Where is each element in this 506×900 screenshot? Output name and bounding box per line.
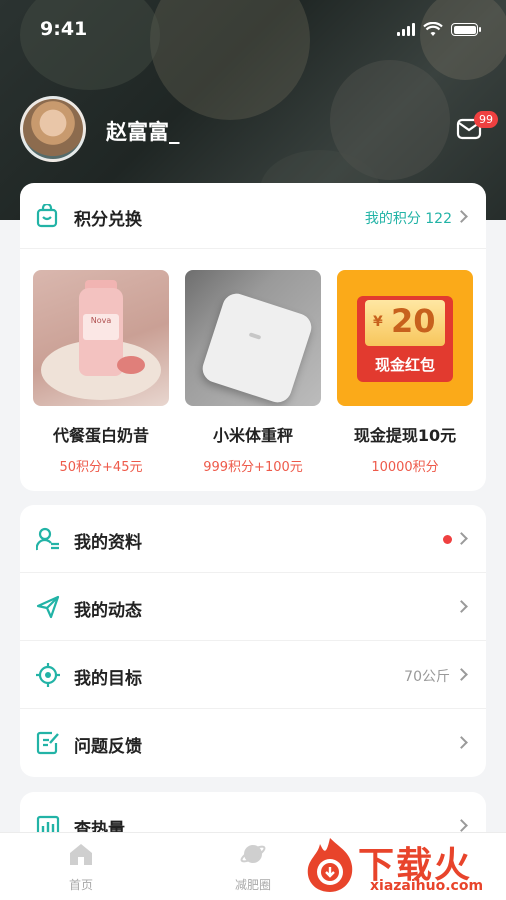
wifi-icon	[423, 22, 443, 36]
chevron-right-icon	[455, 532, 468, 545]
goal-weight-value: 70公斤	[404, 669, 450, 685]
menu-item-feedback[interactable]: 问题反馈	[20, 709, 486, 777]
chevron-right-icon	[455, 210, 468, 223]
chevron-right-icon	[455, 600, 468, 613]
cellular-signal-icon	[397, 23, 415, 36]
chevron-right-icon	[455, 819, 468, 832]
product-price: 999积分+100元	[203, 460, 303, 475]
menu-item-goal[interactable]: 我的目标 70公斤	[20, 641, 486, 709]
tab-label: 首页	[68, 878, 93, 892]
product-protein-shake[interactable]: Nova 代餐蛋白奶昔 50积分+45元	[33, 270, 169, 475]
my-points[interactable]: 我的积分 122	[365, 208, 452, 228]
product-price: 10000积分	[371, 460, 439, 475]
user-profile-icon	[36, 527, 59, 551]
send-icon	[36, 595, 60, 619]
product-name: 代餐蛋白奶昔	[52, 426, 149, 445]
product-name: 小米体重秤	[212, 426, 293, 445]
product-name: 现金提现10元	[353, 426, 457, 445]
product-cash[interactable]: ¥ 20 现金红包 现金提现10元 10000积分	[337, 270, 473, 475]
tab-label: 减肥圈	[234, 878, 271, 892]
tab-home[interactable]: 首页	[36, 841, 126, 893]
shopping-bag-icon	[36, 204, 58, 228]
points-exchange-title: 积分兑换	[74, 210, 142, 230]
menu-item-profile[interactable]: 我的资料	[20, 505, 486, 573]
points-exchange-header[interactable]: 积分兑换 我的积分 122	[20, 183, 486, 249]
menu-item-label: 我的动态	[74, 601, 142, 621]
username: 赵富富_	[106, 120, 180, 144]
product-image: ¥ 20 现金红包	[337, 270, 473, 406]
status-time: 9:41	[40, 18, 88, 40]
battery-icon	[451, 23, 481, 36]
menu-card: 我的资料 我的动态 我的目标 70公斤 问题反馈	[20, 505, 486, 777]
menu-item-label: 问题反馈	[74, 737, 142, 757]
flame-logo-icon	[307, 838, 353, 892]
tab-weight-loss-circle[interactable]: 减肥圈	[208, 841, 298, 893]
product-image: Nova	[33, 270, 169, 406]
planet-icon	[240, 845, 266, 863]
target-icon	[36, 663, 60, 687]
points-exchange-card: 积分兑换 我的积分 122 Nova 代餐蛋白奶昔 50积分+45元 小米体重秤…	[20, 183, 486, 491]
chevron-right-icon	[455, 736, 468, 749]
chevron-right-icon	[455, 668, 468, 681]
feedback-icon	[36, 731, 59, 755]
product-image	[185, 270, 321, 406]
product-scale[interactable]: 小米体重秤 999积分+100元	[185, 270, 321, 475]
avatar[interactable]	[20, 96, 86, 162]
status-bar: 9:41	[0, 0, 506, 60]
notification-dot	[443, 535, 452, 544]
menu-item-activity[interactable]: 我的动态	[20, 573, 486, 641]
watermark-url: xiazaihuo.com	[370, 878, 484, 894]
watermark-logo: 下载火 xiazaihuo.com	[300, 832, 506, 900]
menu-item-label: 我的资料	[74, 533, 142, 553]
home-icon	[70, 844, 92, 865]
product-price: 50积分+45元	[59, 460, 143, 475]
menu-item-label: 我的目标	[74, 669, 142, 689]
mail-badge: 99	[474, 111, 498, 128]
